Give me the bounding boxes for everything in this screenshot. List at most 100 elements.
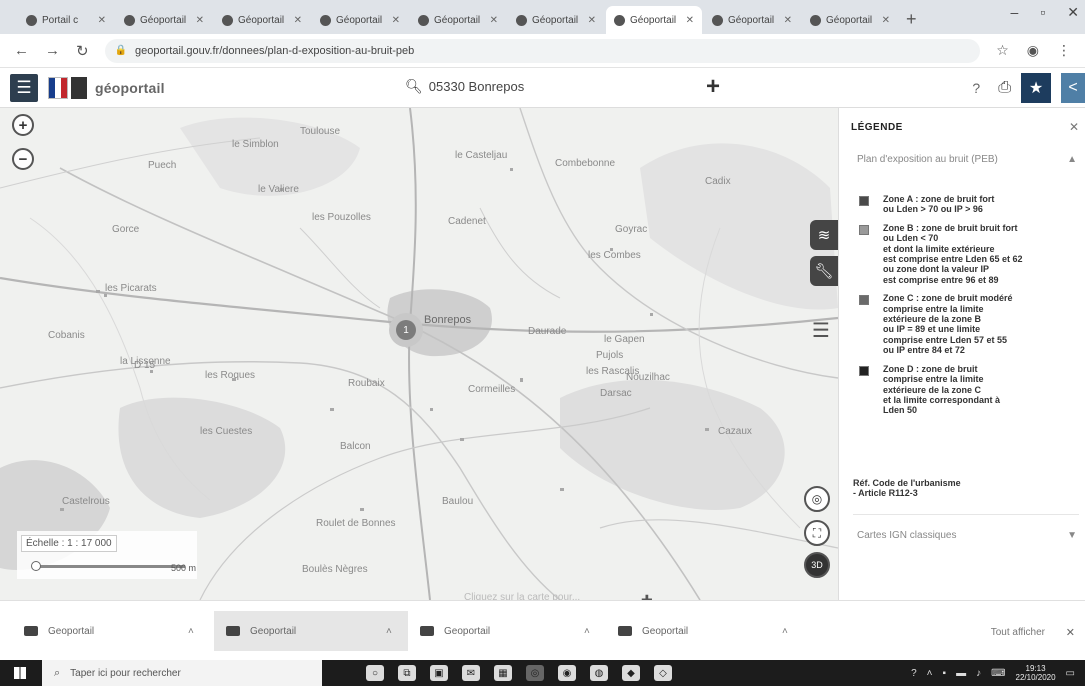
map-tools: ≋ 🔧︎ xyxy=(810,220,838,286)
close-window-icon[interactable]: ✕ xyxy=(1067,4,1079,21)
location-marker[interactable]: 1 xyxy=(389,313,423,347)
download-item[interactable]: Geoportail ˄ xyxy=(214,611,408,651)
zoom-in-button[interactable]: + xyxy=(12,114,34,136)
close-tab-icon[interactable]: ✕ xyxy=(98,15,106,26)
favorites-star-button[interactable]: ★ xyxy=(1021,73,1051,103)
back-arrow-icon[interactable]: ← xyxy=(14,42,29,59)
browser-tab[interactable]: Géoportail ✕ xyxy=(508,6,604,34)
browser-tab[interactable]: Géoportail ✕ xyxy=(214,6,310,34)
add-data-plus-icon[interactable]: + xyxy=(706,73,720,101)
calendar-icon[interactable]: ▦ xyxy=(494,665,512,681)
map-place-label: le Simblon xyxy=(232,139,279,150)
brand-title[interactable]: géoportail xyxy=(95,80,165,96)
close-tab-icon[interactable]: ✕ xyxy=(588,15,596,26)
bookmark-star-icon[interactable]: ☆ xyxy=(996,42,1009,59)
scale-control: Échelle : 1 : 17 000 500 m xyxy=(17,531,197,579)
opacity-slider[interactable] xyxy=(35,565,185,568)
close-tab-icon[interactable]: ✕ xyxy=(686,15,694,26)
chevron-up-icon[interactable]: ˄ xyxy=(386,626,392,637)
url-field[interactable]: 🔒 geoportail.gouv.fr/donnees/plan-d-expo… xyxy=(104,38,981,63)
browser-tab[interactable]: Géoportail ✕ xyxy=(410,6,506,34)
expand-caret-icon[interactable]: ▼ xyxy=(1067,530,1077,541)
download-item[interactable]: Geoportail ˄ xyxy=(24,611,210,651)
print-icon[interactable]: ⎙ xyxy=(998,79,1011,97)
zoom-out-button[interactable]: − xyxy=(12,148,34,170)
map-place-label: Darsac xyxy=(600,388,632,399)
new-tab-button[interactable]: + xyxy=(906,9,917,30)
layers-button[interactable]: ≋ xyxy=(810,220,838,250)
close-tab-icon[interactable]: ✕ xyxy=(882,15,890,26)
app-icon[interactable]: ◇ xyxy=(654,665,672,681)
layer-list-icon[interactable]: ☰ xyxy=(812,318,830,343)
keyboard-icon[interactable]: ⌨ xyxy=(991,668,1005,679)
browser-menu-icon[interactable]: ⋮ xyxy=(1057,42,1071,59)
taskbar-search[interactable]: ⌕ Taper ici pour rechercher xyxy=(42,660,322,686)
window-controls: – ▫ ✕ xyxy=(1011,4,1080,21)
browser-tab[interactable]: Portail c ✕ xyxy=(18,6,114,34)
close-tab-icon[interactable]: ✕ xyxy=(490,15,498,26)
legend-text-line: ou Lden > 70 ou IP > 96 xyxy=(883,204,983,215)
mail-icon[interactable]: ✉ xyxy=(462,665,480,681)
legend-reference: Réf. Code de l'urbanisme - Article R112-… xyxy=(853,478,961,499)
browser-tab[interactable]: Géoportail ✕ xyxy=(704,6,800,34)
minimize-icon[interactable]: – xyxy=(1011,4,1019,21)
close-legend-icon[interactable]: ✕ xyxy=(1069,120,1079,134)
legend-text-line: Zone C : zone de bruit modéré xyxy=(883,293,1013,304)
battery-icon[interactable]: ▬ xyxy=(956,668,966,679)
close-tab-icon[interactable]: ✕ xyxy=(196,15,204,26)
road xyxy=(479,207,561,299)
search-box[interactable]: 🔍︎ 05330 Bonrepos xyxy=(405,78,524,95)
windows-start-icon[interactable] xyxy=(14,667,26,679)
geolocate-button[interactable]: ◎ xyxy=(804,486,830,512)
clock[interactable]: 19:13 22/10/2020 xyxy=(1016,664,1056,682)
chevron-up-icon[interactable]: ˄ xyxy=(782,626,788,637)
app-icon[interactable]: ◆ xyxy=(622,665,640,681)
browser-tab[interactable]: Géoportail ✕ xyxy=(802,6,898,34)
map-place-label: les Pouzolles xyxy=(312,212,371,223)
legend-item-zone-a: Zone A : zone de bruit fort ou Lden > 70… xyxy=(859,194,1085,215)
address-bar: ← → ↻ 🔒 geoportail.gouv.fr/donnees/plan-… xyxy=(0,34,1085,68)
browser-tab-active[interactable]: Géoportail ✕ xyxy=(606,6,702,34)
share-button[interactable]: < xyxy=(1061,73,1085,103)
task-view-icon[interactable]: ⧉ xyxy=(398,665,416,681)
chrome-icon[interactable]: ◉ xyxy=(558,665,576,681)
store-icon[interactable]: ▣ xyxy=(430,665,448,681)
app-icon[interactable]: ◍ xyxy=(590,665,608,681)
map-view[interactable]: le Simblon Toulouse Puech le Casteljau C… xyxy=(0,108,838,600)
profile-icon[interactable]: ◉ xyxy=(1027,42,1039,59)
browser-app-icon[interactable]: ◎ xyxy=(526,665,544,681)
reload-icon[interactable]: ↻ xyxy=(76,42,89,60)
legend-layer-name[interactable]: Plan d'exposition au bruit (PEB) xyxy=(857,154,998,165)
legend-layer-name-2[interactable]: Cartes IGN classiques xyxy=(857,530,956,541)
notifications-icon[interactable]: ▭ xyxy=(1066,668,1075,679)
chevron-up-icon[interactable]: ˄ xyxy=(584,626,590,637)
help-tray-icon[interactable]: ? xyxy=(911,668,917,679)
tab-title: Portail c xyxy=(42,14,79,26)
browser-tab[interactable]: Géoportail ✕ xyxy=(312,6,408,34)
help-icon[interactable]: ? xyxy=(972,80,980,96)
hamburger-menu-button[interactable]: ☰ xyxy=(10,73,38,102)
fullscreen-button[interactable]: ⛶ xyxy=(804,520,830,546)
close-tab-icon[interactable]: ✕ xyxy=(392,15,400,26)
collapse-caret-icon[interactable]: ▲ xyxy=(1067,154,1077,165)
cortana-icon[interactable]: ○ xyxy=(366,665,384,681)
volume-icon[interactable]: ♪ xyxy=(976,668,981,679)
chevron-up-icon[interactable]: ˄ xyxy=(927,668,933,679)
chevron-up-icon[interactable]: ˄ xyxy=(188,626,194,637)
maximize-icon[interactable]: ▫ xyxy=(1040,4,1045,21)
browser-tab-strip: Portail c ✕ Géoportail ✕ Géoportail ✕ Géopo… xyxy=(0,0,1085,34)
forward-arrow-icon[interactable]: → xyxy=(45,42,60,59)
legend-text-line: est comprise entre Lden 65 et 62 xyxy=(883,254,1023,265)
tools-button[interactable]: 🔧︎ xyxy=(810,256,838,286)
3d-view-button[interactable]: 3D xyxy=(804,552,830,578)
close-downloads-icon[interactable]: ✕ xyxy=(1066,626,1075,639)
download-item[interactable]: Geoportail ˄ xyxy=(618,611,804,651)
download-item[interactable]: Geoportail ˄ xyxy=(420,611,606,651)
browser-tab[interactable]: Géoportail ✕ xyxy=(116,6,212,34)
slider-handle[interactable] xyxy=(31,561,41,571)
network-icon[interactable]: ▪ xyxy=(943,668,947,679)
close-tab-icon[interactable]: ✕ xyxy=(294,15,302,26)
tab-title: Géoportail xyxy=(238,14,285,26)
show-all-downloads-link[interactable]: Tout afficher xyxy=(991,627,1045,638)
close-tab-icon[interactable]: ✕ xyxy=(784,15,792,26)
